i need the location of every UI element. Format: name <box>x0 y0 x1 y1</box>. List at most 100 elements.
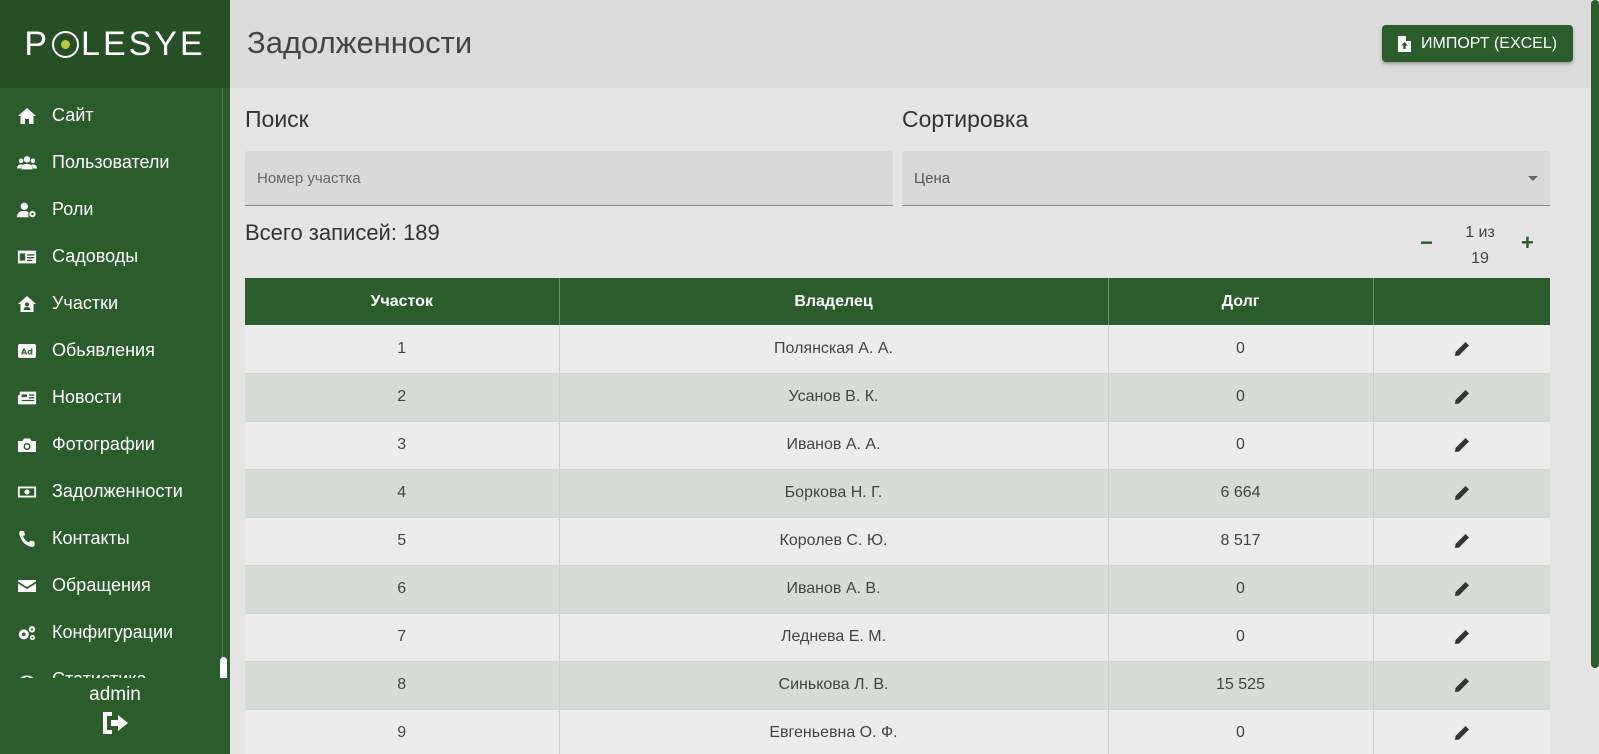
pencil-icon[interactable] <box>1454 724 1470 741</box>
money-bill-icon <box>15 482 39 502</box>
sidebar-item-label: Садоводы <box>52 246 139 266</box>
sidebar-item-label: Задолженности <box>52 481 183 501</box>
sidebar-item-label: Конфигурации <box>52 622 174 642</box>
cell-debt: 8 517 <box>1108 517 1374 566</box>
debts-table: Участок Владелец Долг 1 Полянская А. А. 0 2… <box>245 278 1550 754</box>
sidebar-item-label: Роли <box>52 199 94 219</box>
page-scrollbar[interactable] <box>1591 0 1599 668</box>
envelope-icon <box>15 576 39 596</box>
page-indicator: 1 из 19 <box>1460 220 1500 272</box>
table-row: 9 Евгеньевна О. Ф. 0 <box>245 709 1550 754</box>
cell-plot: 3 <box>245 421 560 470</box>
sidebar-item-label: Пользователи <box>52 152 170 172</box>
next-page-button[interactable]: + <box>1521 230 1534 256</box>
cell-owner: Иванов А. В. <box>559 565 1109 614</box>
import-excel-button[interactable]: ИМПОРТ (EXCEL) <box>1382 25 1573 62</box>
column-header-debt[interactable]: Долг <box>1108 278 1374 325</box>
user-cog-icon <box>15 200 39 220</box>
table-row: 4 Боркова Н. Г. 6 664 <box>245 469 1550 518</box>
cell-plot: 1 <box>245 325 560 374</box>
cell-actions <box>1373 709 1550 754</box>
table-row: 3 Иванов А. А. 0 <box>245 421 1550 470</box>
username: admin <box>89 684 141 705</box>
sidebar-item-requests[interactable]: Обращения <box>0 562 222 609</box>
pencil-icon[interactable] <box>1454 628 1470 645</box>
sidebar-item-photos[interactable]: Фотографии <box>0 421 222 468</box>
house-user-icon <box>15 294 39 314</box>
sidebar-item-news[interactable]: Новости <box>0 374 222 421</box>
table-row: 8 Синькова Л. В. 15 525 <box>245 661 1550 710</box>
camera-icon <box>15 435 39 455</box>
debts-table-wrapper: Участок Владелец Долг 1 Полянская А. А. 0 2… <box>245 278 1550 754</box>
pencil-icon[interactable] <box>1454 676 1470 693</box>
phone-icon <box>15 529 39 549</box>
cogs-icon <box>15 623 39 643</box>
logo[interactable]: P LESYE <box>24 25 205 64</box>
logo-o-icon <box>52 30 80 58</box>
cell-actions <box>1373 517 1550 566</box>
cell-debt: 0 <box>1108 613 1374 662</box>
page-indicator-line2: 19 <box>1471 250 1489 267</box>
cell-actions <box>1373 613 1550 662</box>
sidebar-item-plots[interactable]: Участки <box>0 280 222 327</box>
sidebar-item-site[interactable]: Сайт <box>0 92 222 139</box>
home-icon <box>15 106 39 126</box>
cell-actions <box>1373 565 1550 614</box>
cell-owner: Усанов В. К. <box>559 373 1109 422</box>
caret-down-icon <box>1528 175 1538 181</box>
pencil-icon[interactable] <box>1454 340 1470 357</box>
table-row: 7 Леднева Е. М. 0 <box>245 613 1550 662</box>
table-row: 2 Усанов В. К. 0 <box>245 373 1550 422</box>
logout-icon[interactable] <box>100 710 130 741</box>
svg-text:Ad: Ad <box>21 347 33 356</box>
column-header-owner[interactable]: Владелец <box>559 278 1109 325</box>
cell-debt: 0 <box>1108 373 1374 422</box>
sidebar-user-panel: admin <box>0 678 230 754</box>
pencil-icon[interactable] <box>1454 580 1470 597</box>
pencil-icon[interactable] <box>1454 532 1470 549</box>
sidebar-item-roles[interactable]: Роли <box>0 186 222 233</box>
page-title: Задолженности <box>247 25 473 60</box>
cell-owner: Боркова Н. Г. <box>559 469 1109 518</box>
cell-plot: 6 <box>245 565 560 614</box>
page-indicator-line1: 1 из <box>1465 224 1495 241</box>
pencil-icon[interactable] <box>1454 484 1470 501</box>
pencil-icon[interactable] <box>1454 436 1470 453</box>
cell-plot: 5 <box>245 517 560 566</box>
cell-plot: 4 <box>245 469 560 518</box>
search-input[interactable] <box>245 151 893 206</box>
cell-actions <box>1373 469 1550 518</box>
cell-owner: Полянская А. А. <box>559 325 1109 374</box>
cell-debt: 0 <box>1108 709 1374 754</box>
pagination: − 1 из 19 + <box>1420 218 1550 268</box>
column-header-plot[interactable]: Участок <box>245 278 560 325</box>
sidebar-item-users[interactable]: Пользователи <box>0 139 222 186</box>
cell-plot: 8 <box>245 661 560 710</box>
cell-actions <box>1373 421 1550 470</box>
sidebar-item-contacts[interactable]: Контакты <box>0 515 222 562</box>
cell-debt: 0 <box>1108 421 1374 470</box>
cell-plot: 7 <box>245 613 560 662</box>
cell-owner: Леднева Е. М. <box>559 613 1109 662</box>
sidebar-item-debts[interactable]: Задолженности <box>0 468 222 515</box>
search-label: Поиск <box>245 106 309 132</box>
sort-select[interactable]: Цена <box>902 151 1550 206</box>
table-header-row: Участок Владелец Долг <box>245 278 1550 325</box>
import-button-label: ИМПОРТ (EXCEL) <box>1421 34 1558 52</box>
newspaper-icon <box>15 388 39 408</box>
file-upload-icon <box>1398 35 1411 52</box>
sidebar-item-config[interactable]: Конфигурации <box>0 609 222 656</box>
prev-page-button[interactable]: − <box>1420 230 1433 256</box>
cell-debt: 15 525 <box>1108 661 1374 710</box>
table-row: 5 Королев С. Ю. 8 517 <box>245 517 1550 566</box>
sidebar-item-ads[interactable]: Ad Обьявления <box>0 327 222 374</box>
logo-text-start: P <box>24 24 51 63</box>
sidebar-item-gardeners[interactable]: Садоводы <box>0 233 222 280</box>
cell-actions <box>1373 661 1550 710</box>
pencil-icon[interactable] <box>1454 388 1470 405</box>
cell-plot: 2 <box>245 373 560 422</box>
total-records: Всего записей: 189 <box>245 220 440 245</box>
page-header: Задолженности ИМПОРТ (EXCEL) <box>230 0 1599 88</box>
cell-actions <box>1373 373 1550 422</box>
sidebar-nav: Сайт Пользователи Роли Садоводы Участки … <box>0 92 222 703</box>
